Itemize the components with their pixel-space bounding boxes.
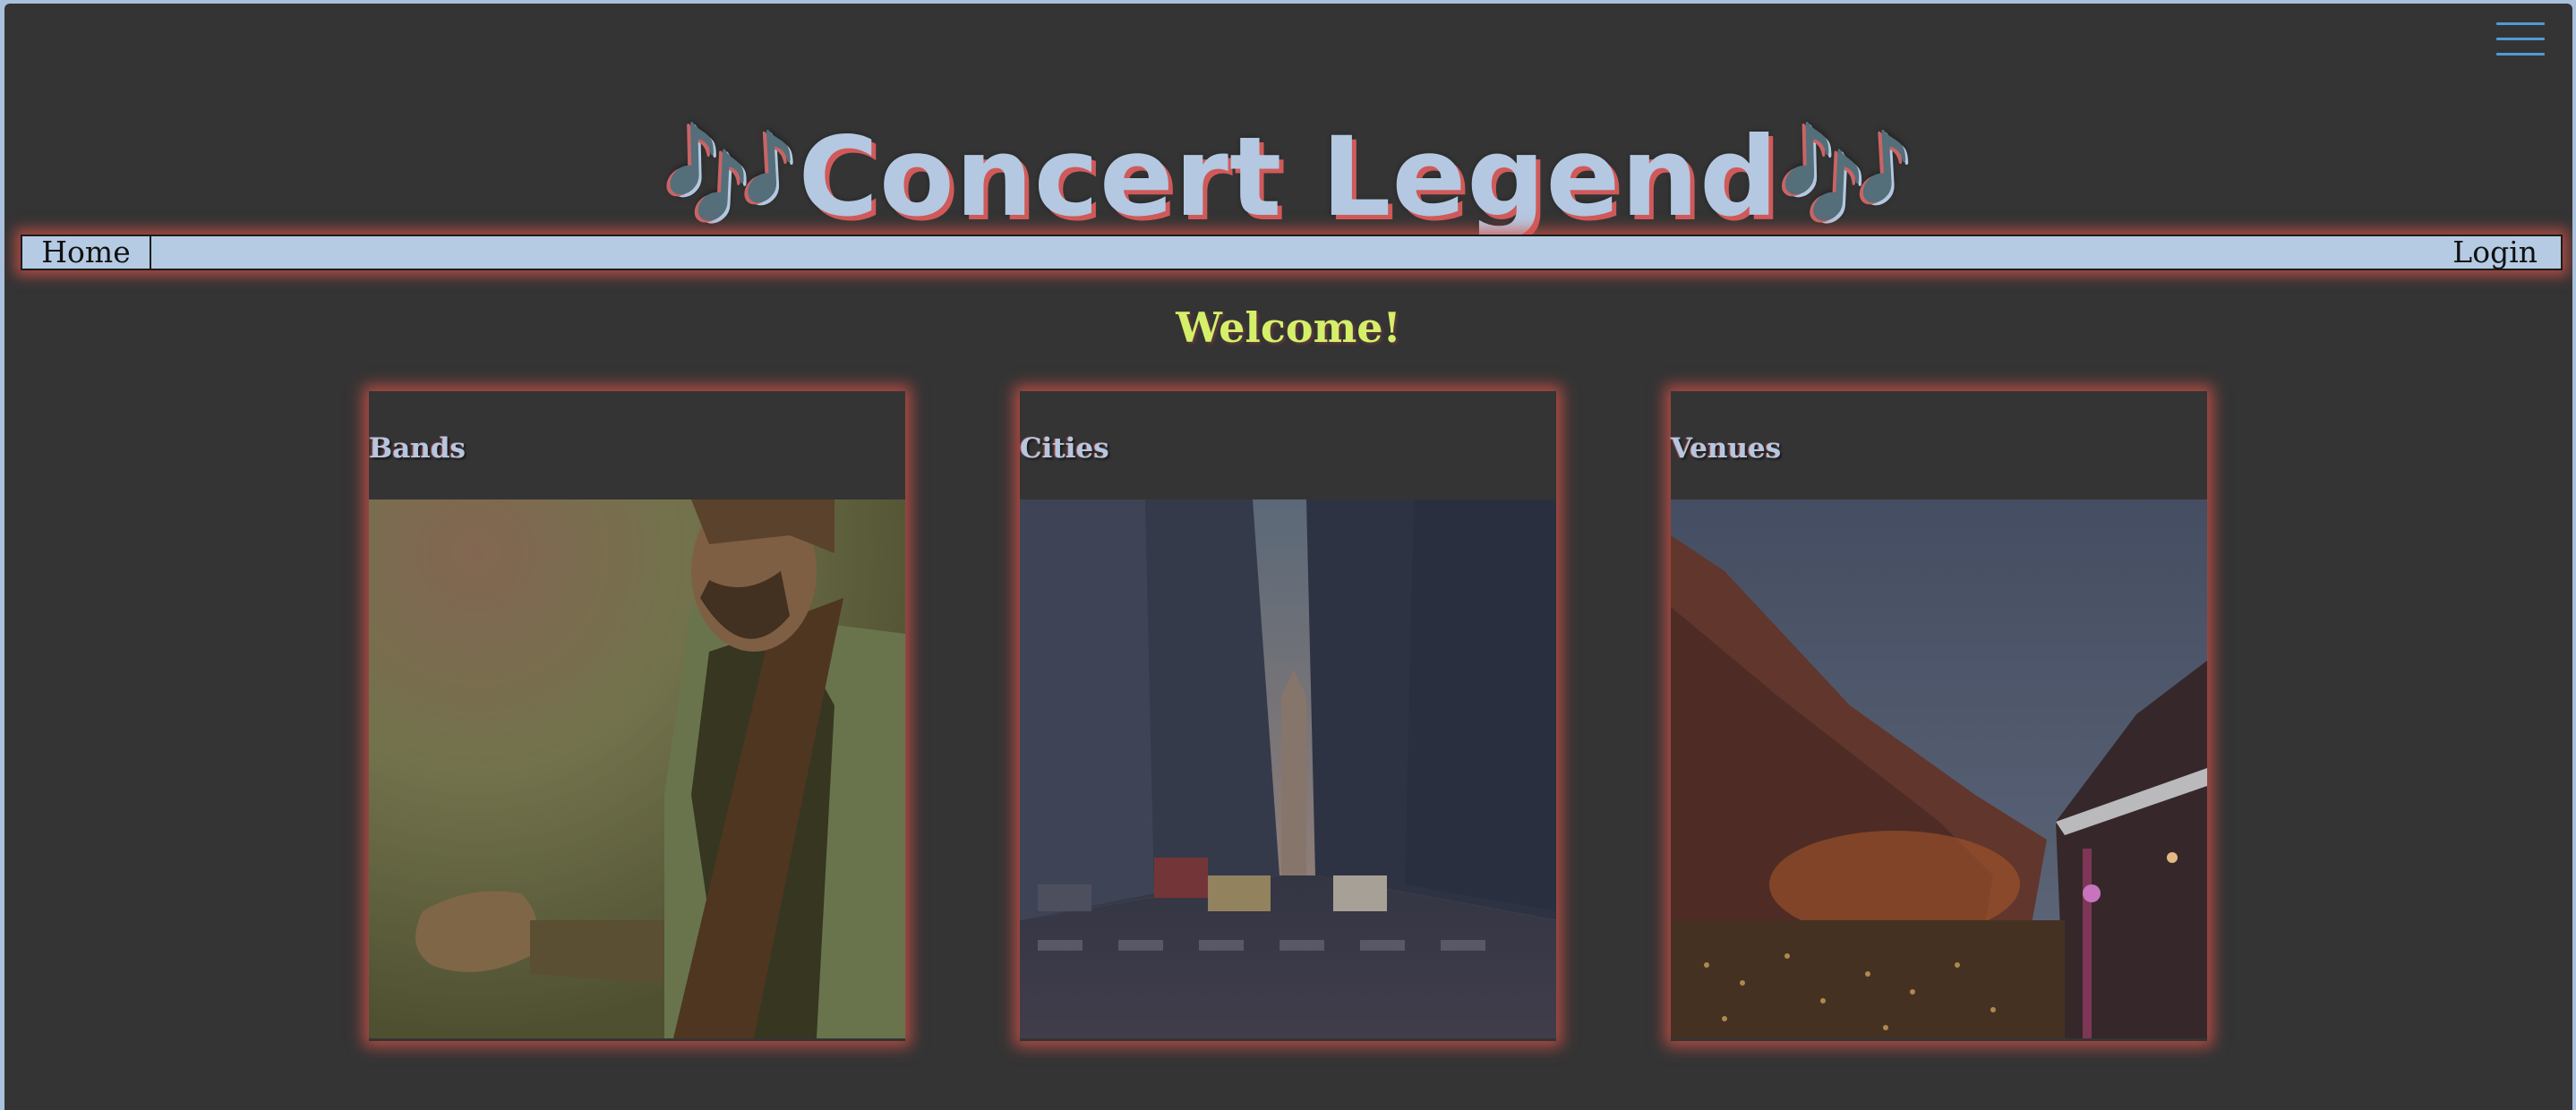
menu-bar-line	[2496, 22, 2545, 25]
app-window: 🎶Concert Legend🎶 Home Login Welcome! Ban…	[4, 4, 2572, 1110]
welcome-heading: Welcome!	[1176, 303, 1401, 352]
menu-bar-line	[2496, 53, 2545, 56]
card-label: Venues	[1671, 432, 1782, 465]
menu-bar-line	[2496, 38, 2545, 40]
card-label: Cities	[1020, 432, 1109, 465]
card-label: Bands	[369, 432, 466, 465]
site-title: 🎶Concert Legend🎶	[4, 115, 2572, 240]
site-title-text: Concert Legend	[798, 114, 1779, 241]
amphitheater-venue-photo	[1671, 500, 2207, 1038]
nav-login-link[interactable]: Login	[2452, 236, 2537, 269]
card-bands[interactable]: Bands	[369, 391, 905, 1041]
nav-home-link[interactable]: Home	[22, 236, 151, 269]
music-notes-icon: 🎶	[663, 115, 799, 239]
nav-bar: Home Login	[21, 235, 2563, 270]
hamburger-menu-icon[interactable]	[2496, 21, 2545, 58]
city-street-photo	[1020, 500, 1556, 1038]
guitarist-photo	[369, 500, 905, 1038]
card-cities[interactable]: Cities	[1020, 391, 1556, 1041]
music-notes-icon: 🎶	[1778, 115, 1913, 239]
card-venues[interactable]: Venues	[1671, 391, 2207, 1041]
